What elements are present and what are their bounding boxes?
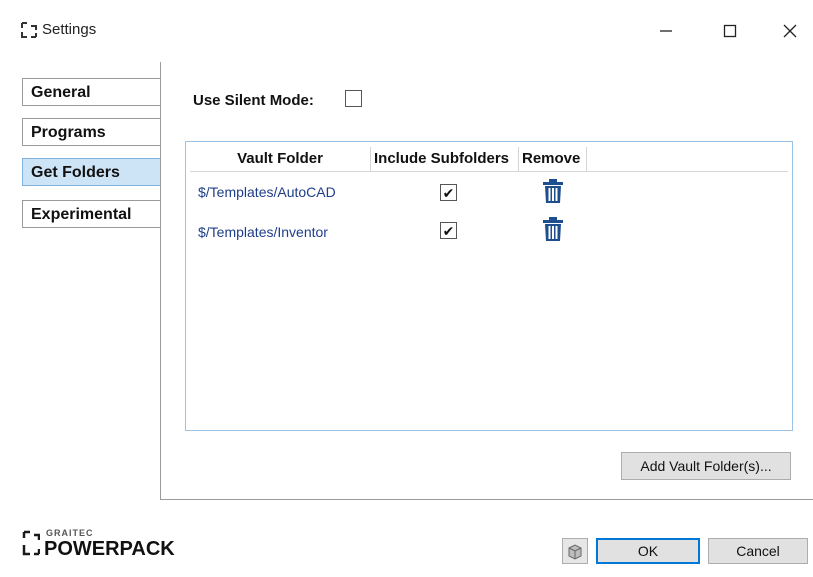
maximize-icon bbox=[723, 24, 737, 38]
trash-icon[interactable] bbox=[542, 178, 564, 204]
add-vault-folder-button[interactable]: Add Vault Folder(s)... bbox=[621, 452, 791, 480]
column-header-vault-folder[interactable]: Vault Folder bbox=[190, 149, 370, 169]
logo-product: POWERPACK bbox=[44, 538, 175, 560]
column-separator bbox=[518, 147, 519, 171]
minimize-button[interactable] bbox=[643, 14, 689, 48]
bracket-logo-icon bbox=[21, 22, 37, 38]
column-separator bbox=[586, 147, 587, 171]
silent-mode-checkbox[interactable] bbox=[345, 90, 362, 107]
logo-company: GRAITEC bbox=[46, 528, 94, 538]
minimize-icon bbox=[660, 30, 672, 32]
include-subfolders-checkbox[interactable]: ✔ bbox=[440, 184, 457, 201]
close-icon bbox=[783, 24, 797, 38]
graitec-logo-icon bbox=[22, 530, 40, 556]
vault-folder-path[interactable]: $/Templates/AutoCAD bbox=[198, 184, 336, 200]
include-subfolders-checkbox[interactable]: ✔ bbox=[440, 222, 457, 239]
close-button[interactable] bbox=[767, 14, 813, 48]
tab-general[interactable]: General bbox=[22, 78, 160, 106]
maximize-button[interactable] bbox=[707, 14, 753, 48]
column-separator bbox=[370, 147, 371, 171]
header-divider bbox=[190, 171, 788, 172]
ok-button[interactable]: OK bbox=[596, 538, 700, 564]
tab-get-folders[interactable]: Get Folders bbox=[22, 158, 160, 186]
checkmark-icon: ✔ bbox=[442, 222, 455, 239]
column-header-include-subfolders[interactable]: Include Subfolders bbox=[374, 149, 520, 169]
package-icon bbox=[568, 544, 582, 560]
column-header-remove[interactable]: Remove bbox=[522, 149, 588, 169]
window-title: Settings bbox=[42, 21, 97, 38]
vault-folder-path[interactable]: $/Templates/Inventor bbox=[198, 224, 328, 240]
title-bar bbox=[0, 0, 813, 62]
checkmark-icon: ✔ bbox=[442, 184, 455, 201]
tab-experimental[interactable]: Experimental bbox=[22, 200, 160, 228]
cancel-button[interactable]: Cancel bbox=[708, 538, 808, 564]
package-button[interactable] bbox=[562, 538, 588, 564]
tab-programs[interactable]: Programs bbox=[22, 118, 160, 146]
silent-mode-label: Use Silent Mode: bbox=[193, 92, 314, 109]
trash-icon[interactable] bbox=[542, 216, 564, 242]
